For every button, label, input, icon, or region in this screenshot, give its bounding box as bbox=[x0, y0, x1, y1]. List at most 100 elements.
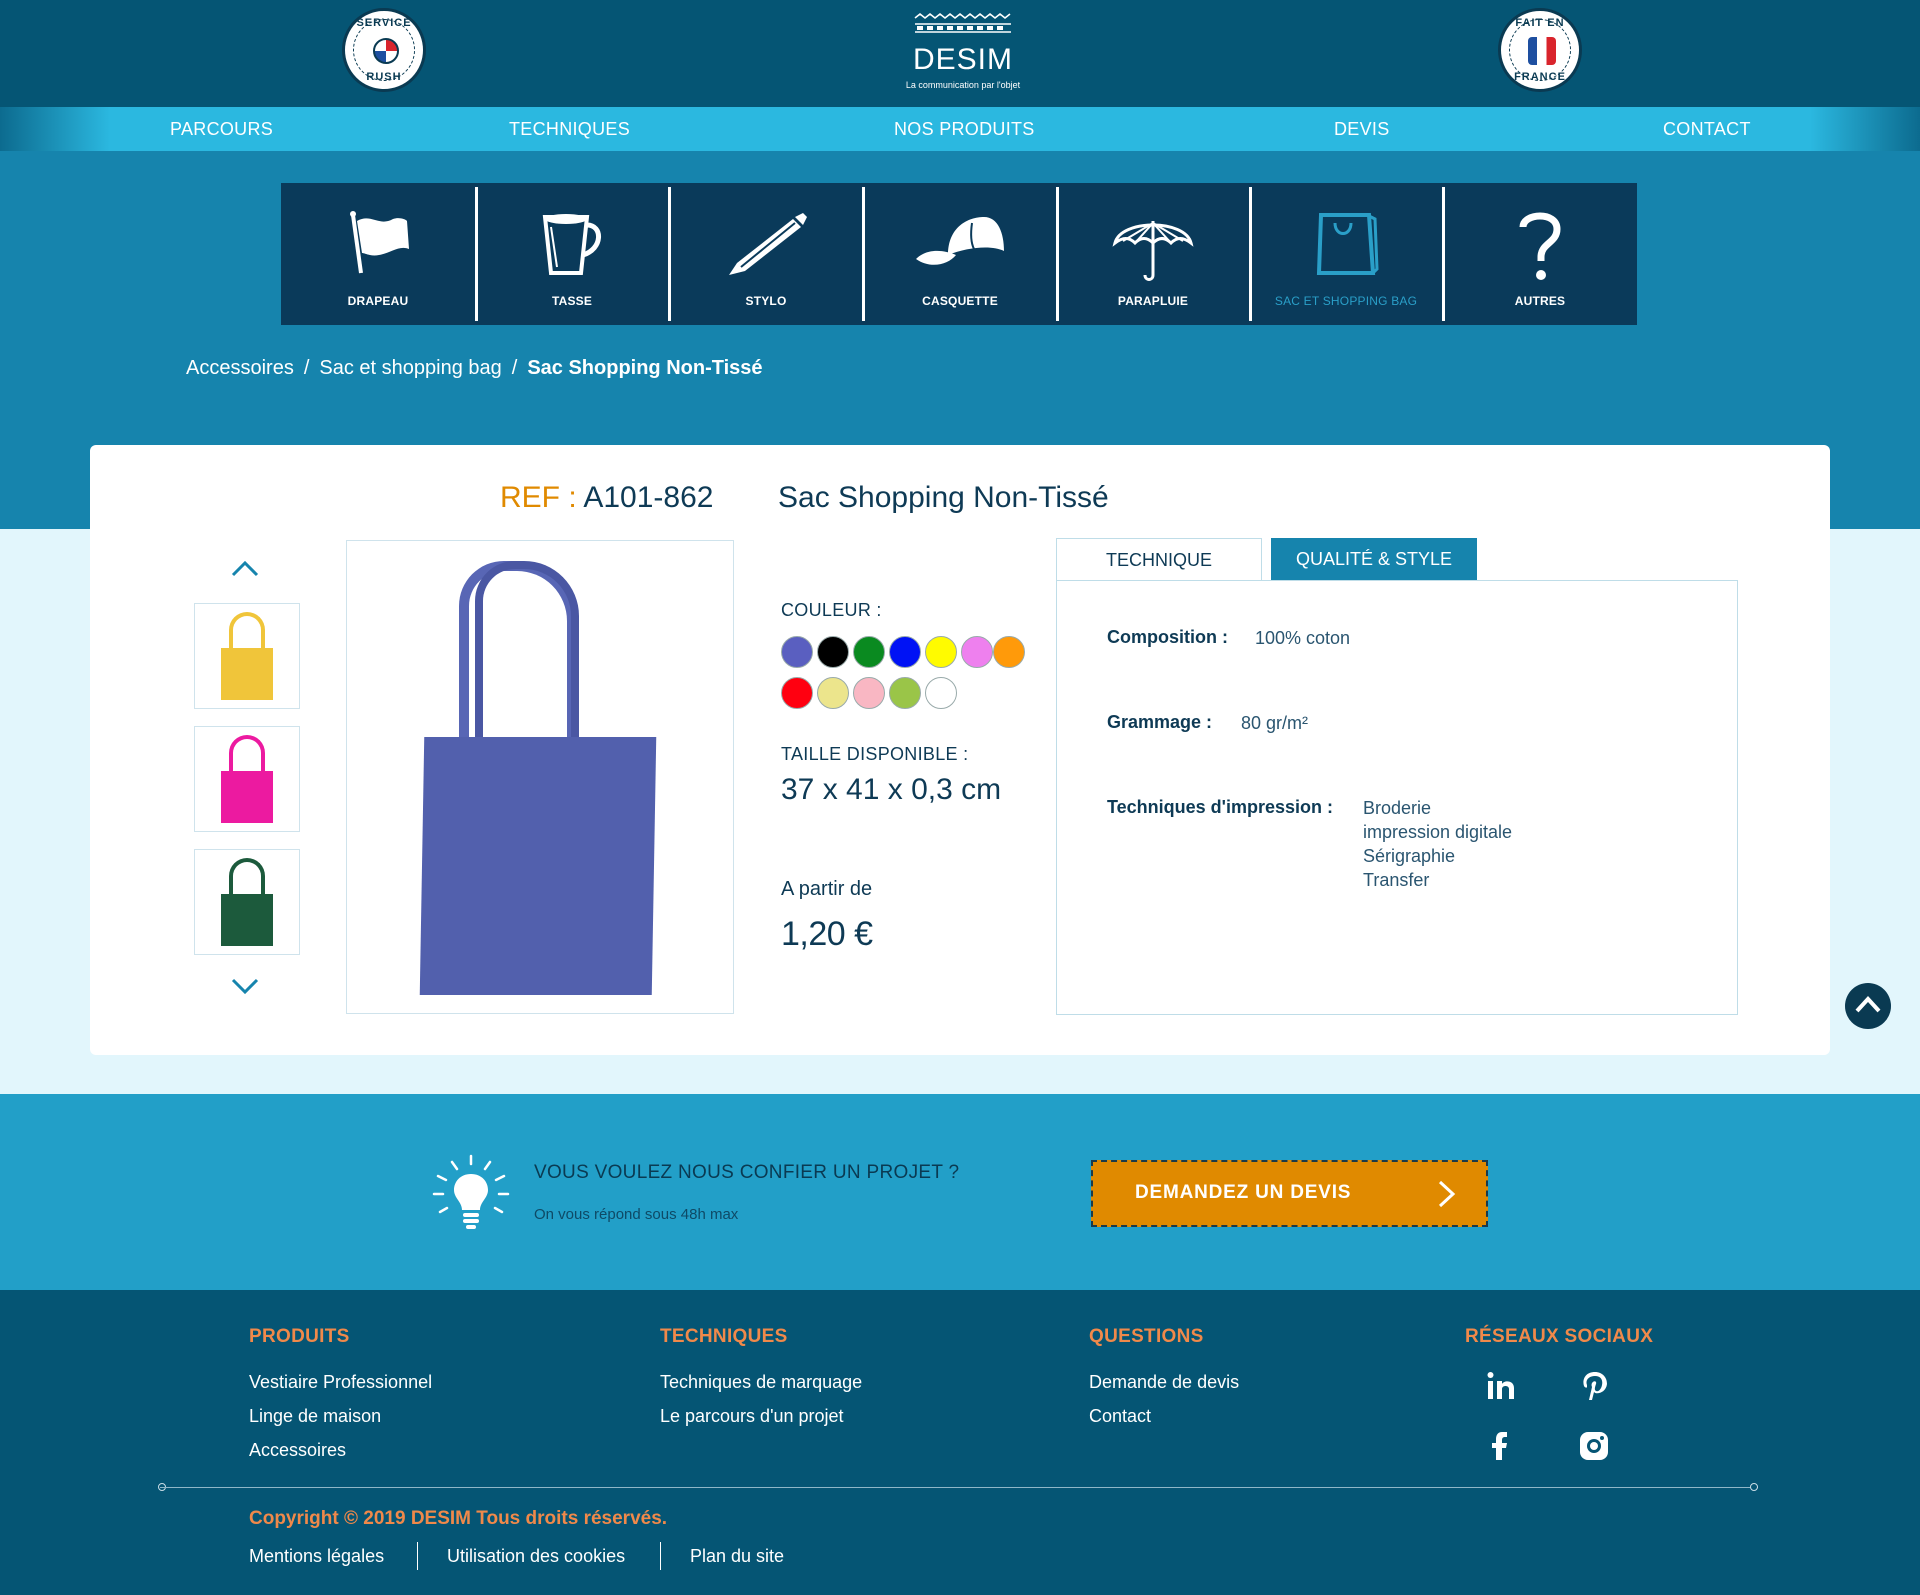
technique-item: Sérigraphie bbox=[1363, 846, 1456, 866]
thumbnail-pink[interactable] bbox=[194, 726, 300, 832]
bag-thumbnail bbox=[221, 771, 273, 823]
thumbnail-green[interactable] bbox=[194, 849, 300, 955]
question-icon bbox=[1515, 209, 1565, 288]
category-label: TASSE bbox=[551, 294, 593, 308]
category-label: CASQUETTE bbox=[922, 294, 998, 308]
technique-item: Broderie bbox=[1363, 798, 1432, 818]
footer-techniques-title: TECHNIQUES bbox=[660, 1326, 788, 1347]
pinterest-icon[interactable] bbox=[1579, 1370, 1611, 1409]
category-casquette[interactable]: CASQUETTE bbox=[865, 183, 1055, 325]
category-parapluie[interactable]: PARAPLUIE bbox=[1058, 183, 1248, 325]
category-label: STYLO bbox=[745, 294, 787, 308]
service-rush-badge: SERVICE RUSH bbox=[342, 8, 426, 92]
footer-link[interactable]: Le parcours d'un projet bbox=[660, 1406, 844, 1427]
thumbnail-up-button[interactable] bbox=[230, 557, 260, 579]
cookies-link[interactable]: Utilisation des cookies bbox=[447, 1546, 625, 1567]
category-label: DRAPEAU bbox=[347, 294, 409, 308]
size-value: 37 x 41 x 0,3 cm bbox=[781, 773, 1002, 806]
desim-logo[interactable]: DESIM La communication par l'objet bbox=[888, 12, 1038, 92]
nav-contact[interactable]: CONTACT bbox=[1663, 119, 1751, 140]
product-title: Sac Shopping Non-Tissé bbox=[778, 481, 1109, 514]
grammage-value: 80 gr/m² bbox=[1241, 713, 1309, 733]
color-swatch[interactable] bbox=[925, 636, 957, 668]
color-swatch[interactable] bbox=[961, 636, 993, 668]
thumbnail-down-button[interactable] bbox=[230, 976, 260, 998]
color-swatch[interactable] bbox=[817, 636, 849, 668]
category-tasse[interactable]: TASSE bbox=[477, 183, 667, 325]
tab-qualite-style[interactable]: QUALITÉ & STYLE bbox=[1271, 538, 1477, 580]
sitemap-link[interactable]: Plan du site bbox=[690, 1546, 784, 1567]
scroll-to-top-button[interactable] bbox=[1845, 983, 1891, 1029]
footer-link[interactable]: Techniques de marquage bbox=[660, 1372, 862, 1393]
chevron-right-icon bbox=[1435, 1179, 1459, 1215]
color-swatches bbox=[781, 636, 1031, 718]
site-footer: PRODUITS Vestiaire Professionnel Linge d… bbox=[0, 1290, 1920, 1595]
breadcrumb-accessoires[interactable]: Accessoires bbox=[186, 357, 294, 379]
france-map-icon bbox=[1528, 37, 1556, 65]
color-swatch[interactable] bbox=[889, 636, 921, 668]
color-swatch[interactable] bbox=[781, 636, 813, 668]
color-swatch[interactable] bbox=[993, 636, 1025, 668]
site-header: SERVICE RUSH DESIM La communication par … bbox=[0, 0, 1920, 107]
color-swatch[interactable] bbox=[925, 677, 957, 709]
breadcrumb-current: Sac Shopping Non-Tissé bbox=[527, 357, 763, 379]
nav-parcours[interactable]: PARCOURS bbox=[170, 119, 273, 140]
footer-link[interactable]: Demande de devis bbox=[1089, 1372, 1239, 1393]
chevron-up-icon bbox=[1855, 996, 1881, 1013]
color-swatch[interactable] bbox=[889, 677, 921, 709]
bag-thumbnail bbox=[221, 648, 273, 700]
technique-item: Transfer bbox=[1363, 870, 1430, 890]
color-swatch[interactable] bbox=[853, 636, 885, 668]
bag-thumbnail bbox=[221, 894, 273, 946]
color-swatch[interactable] bbox=[817, 677, 849, 709]
color-label: COULEUR : bbox=[781, 600, 882, 620]
cap-icon bbox=[912, 209, 1008, 284]
pen-icon bbox=[721, 209, 811, 284]
linkedin-icon[interactable] bbox=[1486, 1370, 1518, 1409]
footer-link[interactable]: Linge de maison bbox=[249, 1406, 381, 1427]
footer-link[interactable]: Vestiaire Professionnel bbox=[249, 1372, 432, 1393]
category-autres[interactable]: AUTRES bbox=[1445, 183, 1635, 325]
instagram-icon[interactable] bbox=[1578, 1430, 1610, 1469]
footer-produits-title: PRODUITS bbox=[249, 1326, 350, 1347]
grammage-label: Grammage : bbox=[1107, 712, 1213, 732]
badge-text-bottom: RUSH bbox=[366, 71, 402, 83]
category-stylo[interactable]: STYLO bbox=[671, 183, 861, 325]
thumbnail-yellow[interactable] bbox=[194, 603, 300, 709]
footer-social-title: RÉSEAUX SOCIAUX bbox=[1465, 1326, 1654, 1347]
category-drapeau[interactable]: DRAPEAU bbox=[283, 183, 473, 325]
category-label: SAC ET SHOPPING BAG bbox=[1274, 294, 1418, 308]
badge-text-bottom: FRANCE bbox=[1514, 71, 1566, 83]
breadcrumb-sac-et-shopping-bag[interactable]: Sac et shopping bag bbox=[319, 357, 501, 379]
color-swatch[interactable] bbox=[781, 677, 813, 709]
size-label: TAILLE DISPONIBLE : bbox=[781, 744, 969, 764]
nav-devis[interactable]: DEVIS bbox=[1334, 119, 1390, 140]
logo-tagline: La communication par l'objet bbox=[905, 80, 1021, 90]
lightbulb-icon bbox=[432, 1154, 510, 1239]
footer-link[interactable]: Contact bbox=[1089, 1406, 1151, 1427]
flag-icon bbox=[343, 209, 413, 284]
category-label: PARAPLUIE bbox=[1117, 294, 1189, 308]
technique-item: impression digitale bbox=[1363, 822, 1513, 842]
category-label: AUTRES bbox=[1514, 294, 1566, 308]
nav-nos-produits[interactable]: NOS PRODUITS bbox=[894, 119, 1035, 140]
logo-name: DESIM bbox=[912, 43, 1013, 76]
footer-link[interactable]: Accessoires bbox=[249, 1440, 346, 1461]
facebook-icon[interactable] bbox=[1484, 1430, 1516, 1469]
composition-value: 100% coton bbox=[1255, 628, 1351, 648]
legal-mentions-link[interactable]: Mentions légales bbox=[249, 1546, 384, 1567]
color-swatch[interactable] bbox=[853, 677, 885, 709]
product-card: REF : A101-862 Sac Shopping Non-Tissé CO… bbox=[90, 445, 1830, 1055]
logo-waves-icon bbox=[888, 12, 1038, 36]
demandez-un-devis-button[interactable]: DEMANDEZ UN DEVIS bbox=[1091, 1160, 1488, 1227]
nav-techniques[interactable]: TECHNIQUES bbox=[509, 119, 630, 140]
shopping-bag-image bbox=[419, 737, 657, 995]
techniques-list: Broderie impression digitale Sérigraphie… bbox=[1363, 796, 1512, 892]
tab-technique[interactable]: TECHNIQUE bbox=[1056, 538, 1262, 580]
badge-text-top: SERVICE bbox=[356, 17, 412, 29]
product-ref: REF : A101-862 bbox=[500, 481, 714, 514]
tab-panel: Composition : 100% coton Grammage : 80 g… bbox=[1056, 580, 1738, 1015]
main-product-image[interactable] bbox=[346, 540, 734, 1014]
category-sac-et-shopping-bag[interactable]: SAC ET SHOPPING BAG bbox=[1251, 183, 1441, 325]
composition-label: Composition : bbox=[1107, 627, 1228, 647]
